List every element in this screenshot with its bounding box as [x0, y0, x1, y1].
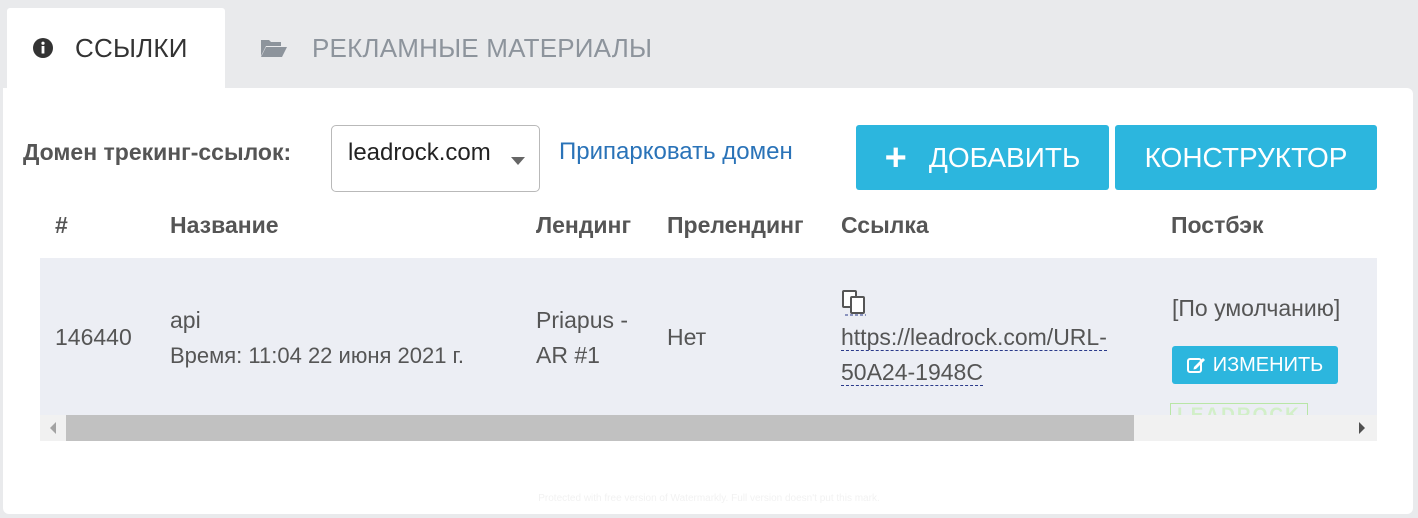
plus-icon: + [884, 136, 907, 179]
column-header-landing: Лендинг [536, 212, 632, 238]
info-circle-icon [33, 38, 53, 58]
domain-select[interactable]: leadrock.com [331, 125, 540, 192]
row-id: 146440 [55, 324, 132, 350]
scrollbar-thumb[interactable] [66, 415, 1134, 441]
caret-down-icon [511, 157, 525, 165]
constructor-button[interactable]: КОНСТРУКТОР [1115, 125, 1377, 190]
row-landing-line1: Priapus - [536, 307, 629, 333]
row-prelanding: Нет [667, 324, 707, 350]
column-header-postback: Постбэк [1171, 212, 1264, 238]
table-row [40, 258, 1377, 415]
constructor-button-label: КОНСТРУКТОР [1144, 141, 1348, 173]
column-header-id: # [55, 212, 68, 238]
edit-button-label: ИЗМЕНИТЬ [1212, 353, 1324, 376]
add-button[interactable]: + ДОБАВИТЬ [856, 125, 1109, 190]
row-time: Время: 11:04 22 июня 2021 г. [170, 343, 464, 368]
tab-ad-materials-label: РЕКЛАМНЫЕ МАТЕРИАЛЫ [312, 32, 653, 63]
add-button-label: ДОБАВИТЬ [928, 141, 1081, 173]
row-landing-line2: AR #1 [536, 342, 600, 368]
folder-open-icon [260, 38, 288, 58]
edit-button[interactable]: ИЗМЕНИТЬ [1172, 346, 1338, 384]
tab-links[interactable]: ССЫЛКИ [7, 8, 225, 88]
domain-select-value: leadrock.com [348, 139, 491, 166]
scroll-right-arrow-icon[interactable] [1359, 422, 1365, 434]
tab-ad-materials[interactable]: РЕКЛАМНЫЕ МАТЕРИАЛЫ [236, 8, 696, 88]
domain-label: Домен трекинг-ссылок: [23, 139, 292, 165]
tab-links-label: ССЫЛКИ [75, 32, 188, 63]
scroll-left-arrow-icon[interactable] [50, 422, 56, 434]
row-name: api [170, 307, 201, 333]
copy-icon[interactable] [842, 290, 868, 321]
tracking-link[interactable]: https://leadrock.com/URL- 50A24-1948C [841, 320, 1141, 390]
park-domain-link[interactable]: Припарковать домен [559, 138, 793, 166]
horizontal-scrollbar[interactable] [40, 415, 1377, 441]
tracking-link-line2: 50A24-1948C [841, 359, 983, 386]
column-header-prelanding: Прелендинг [667, 212, 804, 238]
tracking-link-line1: https://leadrock.com/URL- [841, 324, 1107, 351]
tab-bar: ССЫЛКИ РЕКЛАМНЫЕ МАТЕРИАЛЫ [0, 0, 1418, 88]
row-postback: [По умолчанию] [1172, 295, 1341, 321]
watermark-text: Protected with free version of Watermark… [538, 493, 880, 504]
column-header-link: Ссылка [841, 212, 929, 238]
column-header-name: Название [170, 212, 279, 238]
edit-icon [1186, 356, 1207, 374]
